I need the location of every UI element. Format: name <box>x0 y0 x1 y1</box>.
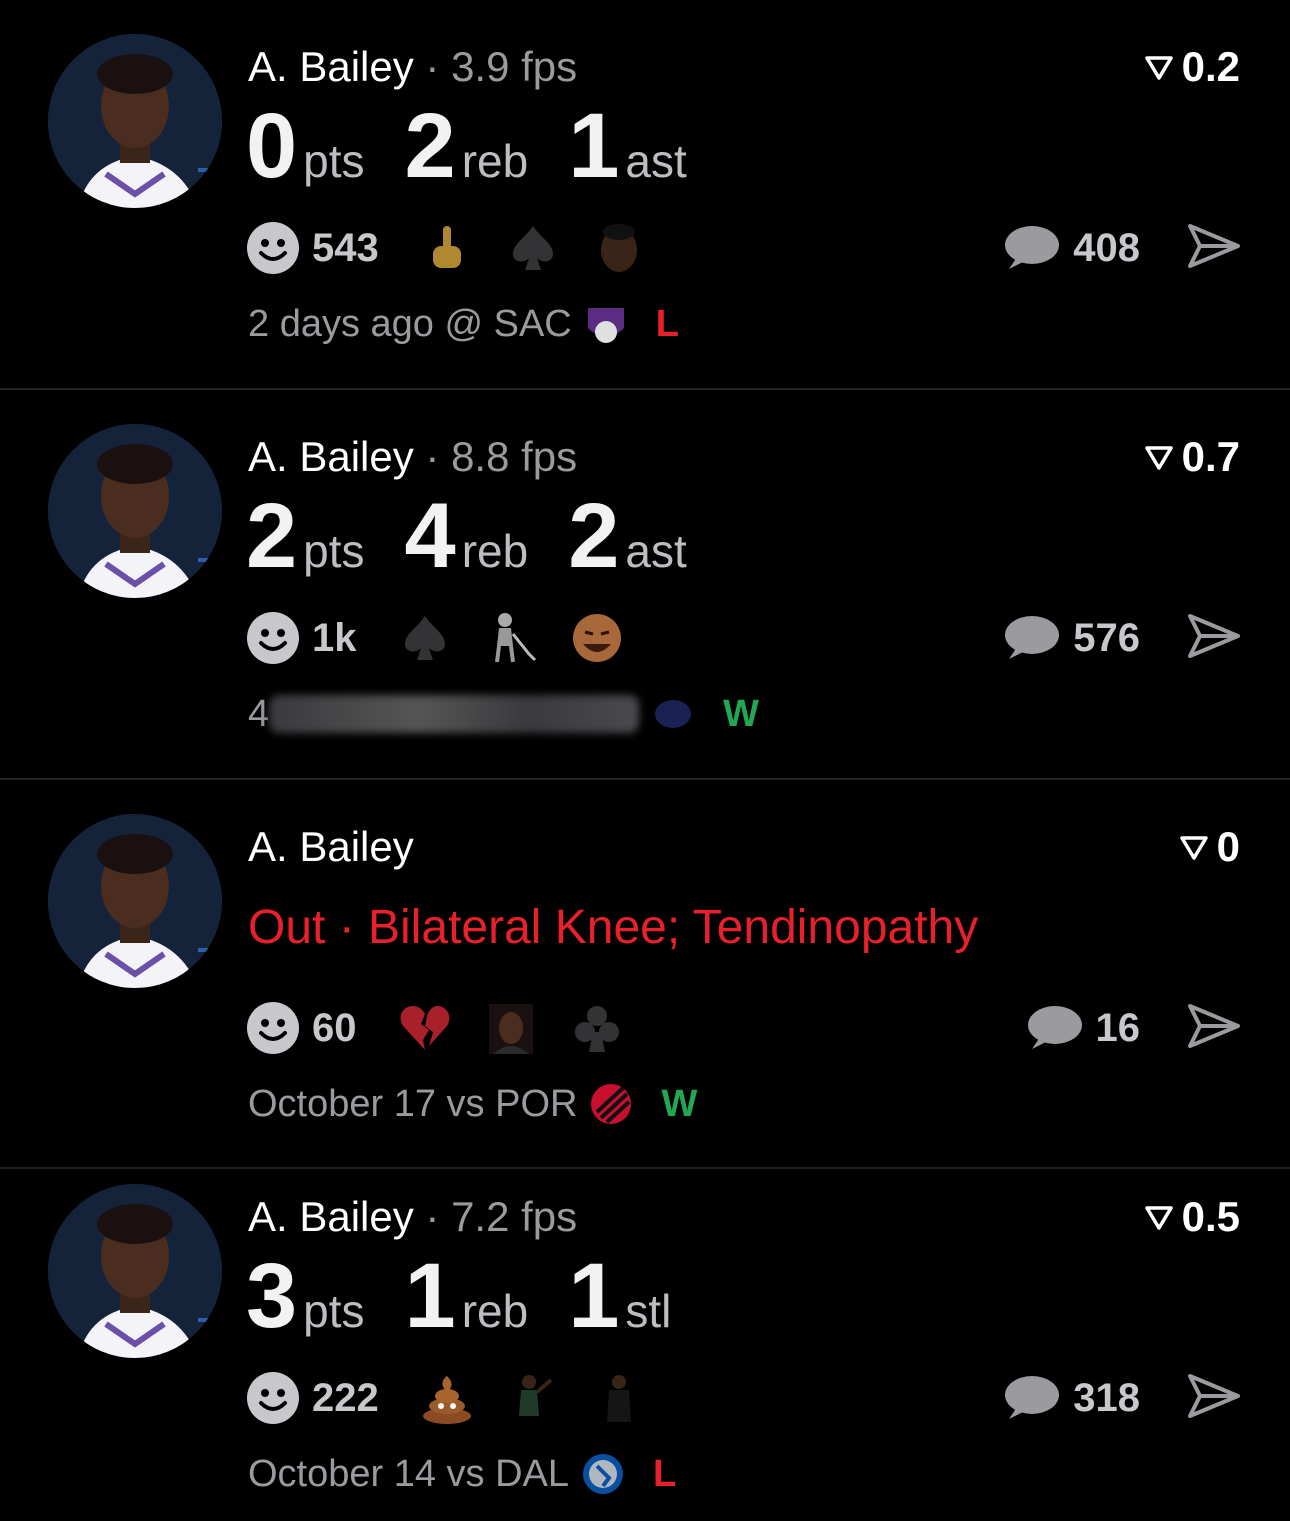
smiley-icon[interactable] <box>246 221 300 275</box>
reaction-count[interactable]: 222 <box>312 1376 379 1421</box>
laughing-man-icon[interactable] <box>569 610 625 666</box>
old-man-walker-icon[interactable] <box>483 610 539 666</box>
smiley-icon[interactable] <box>246 1001 300 1055</box>
player-avatar[interactable] <box>48 814 222 988</box>
blazers-logo-icon <box>589 1082 633 1126</box>
game-date-opponent: October 14 vs DAL <box>248 1452 570 1495</box>
share-button[interactable] <box>1186 218 1242 274</box>
redacted-text <box>269 695 640 733</box>
share-button[interactable] <box>1186 998 1242 1054</box>
kings-logo-icon <box>584 302 628 346</box>
comment-bubble-icon <box>1005 226 1060 269</box>
send-icon <box>1188 224 1240 268</box>
game-result: W <box>723 692 760 735</box>
downvote-icon <box>1144 1206 1173 1230</box>
broken-heart-icon[interactable] <box>397 1000 453 1056</box>
game-info[interactable]: October 17 vs POR W <box>248 1082 697 1126</box>
player-name[interactable]: A. Bailey <box>248 823 414 870</box>
comment-count: 576 <box>1073 615 1140 660</box>
player-avatar[interactable] <box>48 424 222 598</box>
laughing-woman-icon[interactable] <box>483 1000 539 1056</box>
stat-line: 3 pts 1 reb 1 stl <box>246 1245 672 1347</box>
player-name[interactable]: A. Bailey <box>248 1193 414 1240</box>
post-header: A. Bailey · 8.8 fps <box>248 433 578 480</box>
smiley-icon[interactable] <box>246 611 300 665</box>
game-date-opponent: October 17 vs POR <box>248 1082 578 1125</box>
reaction-bar: 1k <box>246 608 655 668</box>
face-sticker-icon[interactable] <box>591 220 647 276</box>
reaction-count[interactable]: 1k <box>312 616 357 661</box>
comment-bubble-icon <box>1005 616 1060 659</box>
coach-icon[interactable] <box>591 1370 647 1426</box>
reaction-count[interactable]: 60 <box>312 1006 357 1051</box>
vote-score[interactable]: 0.5 <box>1144 1194 1240 1240</box>
comment-button[interactable]: 318 <box>1003 1368 1140 1428</box>
vote-score[interactable]: 0.7 <box>1144 434 1240 480</box>
spade-icon[interactable] <box>397 610 453 666</box>
comment-button[interactable]: 16 <box>1026 998 1141 1058</box>
send-icon <box>1188 1004 1240 1048</box>
stat-line: 2 pts 4 reb 2 ast <box>246 485 687 587</box>
fantasy-points: 8.8 fps <box>451 433 578 480</box>
share-button[interactable] <box>1186 608 1242 664</box>
reaction-count[interactable]: 543 <box>312 226 379 271</box>
blurred-logo-icon <box>651 692 695 736</box>
feed-card[interactable]: A. Bailey · 7.2 fps 0.5 3 pts 1 reb 1 stl 2… <box>0 1150 1290 1521</box>
fantasy-points: 3.9 fps <box>451 43 578 90</box>
club-icon[interactable] <box>569 1000 625 1056</box>
game-info[interactable]: 2 days ago @ SAC L <box>248 302 679 346</box>
vote-score[interactable]: 0 <box>1179 824 1240 870</box>
poop-icon[interactable] <box>419 1370 475 1426</box>
reaction-bar: 543 <box>246 218 677 278</box>
middle-finger-icon[interactable] <box>419 220 475 276</box>
injury-status: Out · Bilateral Knee; Tendinopathy <box>248 901 979 954</box>
spade-icon[interactable] <box>505 220 561 276</box>
game-result: L <box>653 1452 677 1495</box>
post-header: A. Bailey · 7.2 fps <box>248 1193 578 1240</box>
game-result: L <box>655 302 679 345</box>
game-date-opponent: 2 days ago @ SAC <box>248 302 572 345</box>
downvote-icon <box>1144 56 1173 80</box>
comment-bubble-icon <box>1027 1006 1082 1049</box>
downvote-icon <box>1179 836 1208 860</box>
reaction-bar: 222 <box>246 1368 677 1428</box>
player-gesture-icon[interactable] <box>505 1370 561 1426</box>
comment-count: 408 <box>1073 225 1140 270</box>
feed-card[interactable]: A. Bailey · 3.9 fps 0.2 0 pts 2 reb 1 ast 5… <box>0 0 1290 390</box>
comment-count: 16 <box>1095 1005 1141 1050</box>
player-avatar[interactable] <box>48 1184 222 1358</box>
mavericks-logo-icon <box>581 1452 625 1496</box>
send-icon <box>1188 614 1240 658</box>
player-avatar[interactable] <box>48 34 222 208</box>
comment-bubble-icon <box>1005 1376 1060 1419</box>
vote-score[interactable]: 0.2 <box>1144 44 1240 90</box>
send-icon <box>1188 1374 1240 1418</box>
feed-list: A. Bailey · 3.9 fps 0.2 0 pts 2 reb 1 ast 5… <box>0 0 1290 1521</box>
game-info[interactable]: October 14 vs DAL L <box>248 1452 676 1496</box>
game-info[interactable]: 4 W <box>248 692 759 736</box>
stat-line: 0 pts 2 reb 1 ast <box>246 95 687 197</box>
feed-card[interactable]: A. Bailey 0 Out · Bilateral Knee; Tendin… <box>0 780 1290 1170</box>
game-date-opponent: 4 <box>248 692 270 735</box>
feed-card[interactable]: A. Bailey · 8.8 fps 0.7 2 pts 4 reb 2 ast 1… <box>0 390 1290 780</box>
post-header: A. Bailey · 3.9 fps <box>248 43 578 90</box>
reaction-bar: 60 <box>246 998 655 1058</box>
player-name[interactable]: A. Bailey <box>248 43 414 90</box>
downvote-icon <box>1144 446 1173 470</box>
comment-button[interactable]: 576 <box>1003 608 1140 668</box>
fantasy-points: 7.2 fps <box>451 1193 578 1240</box>
player-name[interactable]: A. Bailey <box>248 433 414 480</box>
comment-button[interactable]: 408 <box>1003 218 1140 278</box>
comment-count: 318 <box>1073 1375 1140 1420</box>
post-header: A. Bailey <box>248 824 414 870</box>
smiley-icon[interactable] <box>246 1371 300 1425</box>
share-button[interactable] <box>1186 1368 1242 1424</box>
game-result: W <box>661 1082 698 1125</box>
